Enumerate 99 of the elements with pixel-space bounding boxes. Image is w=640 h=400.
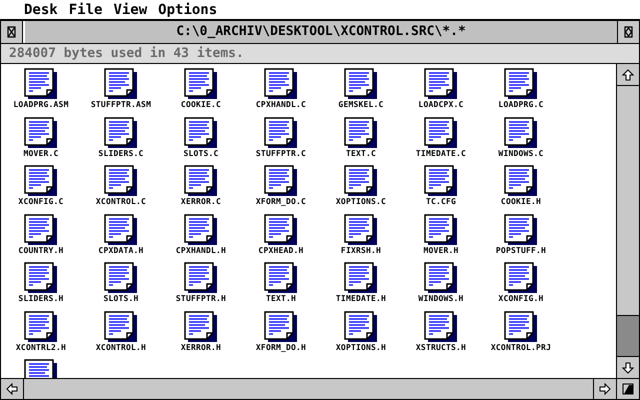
close-icon: [7, 26, 16, 38]
document-icon[interactable]: [264, 262, 298, 294]
menu-item[interactable]: Options: [158, 2, 218, 18]
right-arrow-icon: [599, 383, 611, 395]
document-icon[interactable]: [424, 214, 458, 246]
document-icon[interactable]: [504, 214, 538, 246]
file-name[interactable]: SLIDERS.H: [18, 294, 64, 304]
document-icon[interactable]: [184, 68, 218, 100]
document-icon[interactable]: [264, 68, 298, 100]
document-icon[interactable]: [344, 68, 378, 100]
file-name[interactable]: SLOTS.C: [183, 148, 219, 158]
file-name[interactable]: WINDOWS.C: [498, 148, 544, 158]
file-name[interactable]: FIXRSH.H: [340, 246, 382, 256]
file-name[interactable]: XFORM_DO.H: [256, 342, 306, 352]
menu-item[interactable]: View: [113, 2, 148, 18]
document-icon[interactable]: [424, 310, 458, 342]
file-name[interactable]: CPXDATA.H: [98, 246, 144, 256]
file-name[interactable]: XCONFIG.H: [498, 294, 544, 304]
file-name[interactable]: TC.CFG: [426, 197, 456, 207]
document-icon[interactable]: [344, 116, 378, 148]
file-name[interactable]: TEXT.C: [346, 148, 376, 158]
down-arrow-icon: [622, 362, 634, 374]
file-name[interactable]: TIMEDATE.H: [336, 294, 386, 304]
file-name[interactable]: CPXHANDL.C: [256, 100, 306, 110]
file-name[interactable]: XCONTRL2.H: [16, 342, 66, 352]
file-name[interactable]: XOPTIONS.C: [336, 197, 386, 207]
document-icon[interactable]: [504, 165, 538, 197]
file-name[interactable]: SLIDERS.C: [98, 148, 144, 158]
document-icon[interactable]: [504, 262, 538, 294]
document-icon[interactable]: [24, 116, 58, 148]
file-name[interactable]: XERROR.C: [180, 197, 222, 207]
document-icon[interactable]: [504, 116, 538, 148]
file-name[interactable]: TIMEDATE.C: [416, 148, 466, 158]
document-icon[interactable]: [104, 165, 138, 197]
file-name[interactable]: TEXT.H: [266, 294, 296, 304]
file-name[interactable]: STUFFPTR.H: [176, 294, 226, 304]
document-icon[interactable]: [424, 68, 458, 100]
file-name[interactable]: COOKIE.C: [180, 100, 222, 110]
file-name[interactable]: XOPTIONS.H: [336, 342, 386, 352]
file-name[interactable]: XCONTROL.PRJ: [490, 342, 552, 352]
resize-icon: [622, 383, 634, 395]
document-icon[interactable]: [424, 262, 458, 294]
document-icon[interactable]: [504, 68, 538, 100]
file-name[interactable]: COOKIE.H: [500, 197, 542, 207]
document-icon[interactable]: [264, 116, 298, 148]
document-icon[interactable]: [24, 214, 58, 246]
document-icon[interactable]: [104, 116, 138, 148]
file-name[interactable]: SLOTS.H: [103, 294, 139, 304]
file-name[interactable]: POPSTUFF.H: [496, 246, 546, 256]
file-name[interactable]: GEMSKEL.C: [338, 100, 384, 110]
document-icon[interactable]: [184, 310, 218, 342]
diamond-icon: [624, 26, 633, 38]
document-icon[interactable]: [504, 310, 538, 342]
document-icon[interactable]: [104, 68, 138, 100]
document-icon[interactable]: [104, 310, 138, 342]
file-name[interactable]: LOADPRG.ASM: [13, 100, 69, 110]
document-icon[interactable]: [184, 165, 218, 197]
file-name[interactable]: XFORM_DO.C: [256, 197, 306, 207]
menu-item[interactable]: File: [68, 2, 102, 18]
document-icon[interactable]: [24, 165, 58, 197]
file-name[interactable]: XCONFIG.C: [18, 197, 64, 207]
document-icon[interactable]: [24, 262, 58, 294]
left-arrow-icon: [6, 383, 18, 395]
file-name[interactable]: STUFFPTR.ASM: [90, 100, 152, 110]
document-icon[interactable]: [104, 262, 138, 294]
document-icon[interactable]: [24, 68, 58, 100]
fullsize-button[interactable]: [617, 21, 639, 43]
document-icon[interactable]: [24, 310, 58, 342]
document-icon[interactable]: [344, 262, 378, 294]
close-button[interactable]: [1, 21, 23, 43]
info-line: 284007 bytes used in 43 items.: [9, 46, 244, 61]
document-icon[interactable]: [344, 165, 378, 197]
menu-item[interactable]: Desk: [24, 2, 58, 18]
document-icon[interactable]: [184, 262, 218, 294]
document-icon[interactable]: [424, 116, 458, 148]
document-icon[interactable]: [264, 165, 298, 197]
document-icon[interactable]: [264, 310, 298, 342]
document-icon[interactable]: [104, 214, 138, 246]
file-name[interactable]: XERROR.H: [180, 342, 222, 352]
file-name[interactable]: COUNTRY.H: [18, 246, 64, 256]
document-icon[interactable]: [264, 214, 298, 246]
file-name[interactable]: CPXHANDL.H: [176, 246, 226, 256]
file-name[interactable]: LOADPRG.C: [498, 100, 544, 110]
file-name[interactable]: XCONTROL.C: [96, 197, 146, 207]
document-icon[interactable]: [424, 165, 458, 197]
document-icon[interactable]: [344, 214, 378, 246]
up-arrow-icon: [622, 68, 634, 80]
file-name[interactable]: MOVER.H: [423, 246, 459, 256]
scrollbar-thumb[interactable]: [617, 315, 639, 356]
file-name[interactable]: CPXHEAD.H: [258, 246, 304, 256]
document-icon[interactable]: [344, 310, 378, 342]
file-name[interactable]: STUFFPTR.C: [256, 148, 306, 158]
file-name[interactable]: MOVER.C: [23, 148, 59, 158]
document-icon[interactable]: [184, 214, 218, 246]
file-name[interactable]: XCONTROL.H: [96, 342, 146, 352]
document-icon[interactable]: [184, 116, 218, 148]
file-name[interactable]: LOADCPX.C: [418, 100, 464, 110]
file-name[interactable]: WINDOWS.H: [418, 294, 464, 304]
file-name[interactable]: XSTRUCTS.H: [416, 342, 466, 352]
